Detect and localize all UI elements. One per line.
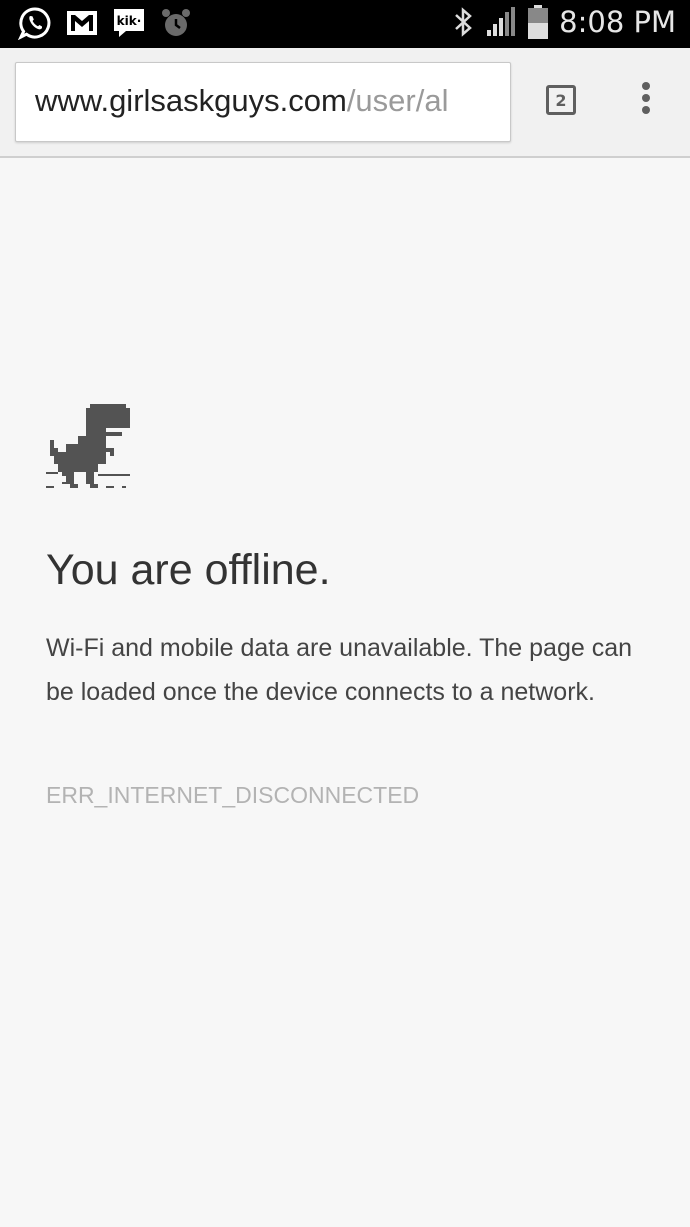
menu-dot-icon [642, 82, 650, 90]
bluetooth-icon [451, 5, 475, 39]
tab-count: 2 [555, 90, 567, 110]
url-path: /user/al [346, 83, 449, 118]
dino-icon[interactable] [46, 404, 134, 497]
tab-switcher-button[interactable]: 2 [546, 85, 576, 115]
status-bar: kik· 8:08 PM [0, 0, 690, 48]
system-icons: 8:08 PM [451, 4, 676, 40]
url-bar[interactable]: www.girlsaskguys.com/user/al [15, 62, 511, 142]
signal-icon [485, 6, 517, 38]
gmail-icon [66, 9, 98, 37]
url-domain: www.girlsaskguys.com [35, 83, 347, 118]
page-title: You are offline. [46, 546, 331, 594]
menu-dot-icon [642, 94, 650, 102]
menu-dot-icon [642, 106, 650, 114]
whatsapp-icon [18, 6, 52, 40]
error-description: Wi-Fi and mobile data are unavailable. T… [46, 634, 632, 706]
overflow-menu-button[interactable] [634, 82, 658, 122]
alarm-icon [160, 7, 192, 39]
notification-icons: kik· [18, 6, 192, 40]
url-text: www.girlsaskguys.com/user/al [35, 83, 448, 119]
kik-icon: kik· [112, 7, 146, 39]
error-code: ERR_INTERNET_DISCONNECTED [46, 782, 420, 808]
svg-text:kik·: kik· [117, 14, 142, 28]
status-clock: 8:08 PM [559, 5, 676, 39]
battery-icon [527, 4, 549, 40]
browser-toolbar: www.girlsaskguys.com/user/al 2 [0, 48, 690, 158]
